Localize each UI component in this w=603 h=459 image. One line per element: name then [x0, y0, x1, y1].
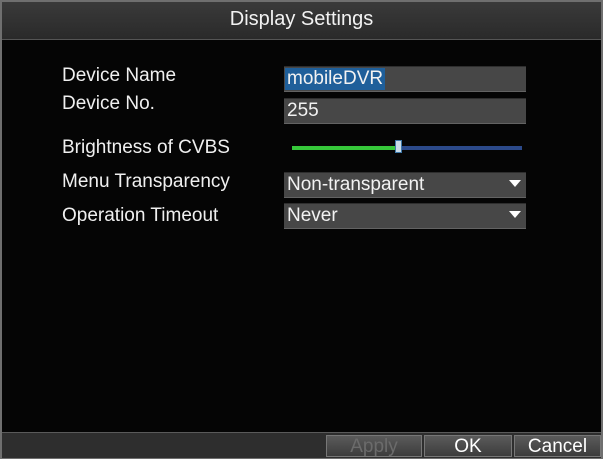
title-bar: Display Settings [2, 2, 601, 40]
device-no-input[interactable]: 255 [284, 98, 526, 124]
device-name-value: mobileDVR [285, 68, 386, 90]
display-settings-dialog: Display Settings Device Name mobileDVR D… [0, 0, 603, 459]
slider-thumb-icon[interactable] [394, 140, 402, 153]
slider-fill [292, 146, 398, 150]
cancel-button[interactable]: Cancel [514, 435, 601, 457]
menu-transparency-dropdown[interactable]: Non-transparent [284, 172, 526, 198]
device-no-value: 255 [287, 100, 319, 121]
menu-transparency-value: Non-transparent [287, 174, 425, 195]
dialog-title: Display Settings [229, 8, 374, 30]
button-bar: Apply OK Cancel [2, 432, 601, 458]
dropdown-arrow-icon[interactable] [509, 211, 521, 218]
brightness-cvbs-slider[interactable] [292, 140, 522, 153]
dropdown-arrow-icon[interactable] [509, 180, 521, 187]
ok-button[interactable]: OK [424, 435, 512, 457]
menu-transparency-label: Menu Transparency [62, 171, 230, 192]
device-name-input[interactable]: mobileDVR [284, 66, 526, 92]
brightness-cvbs-label: Brightness of CVBS [62, 137, 230, 158]
operation-timeout-label: Operation Timeout [62, 205, 219, 226]
operation-timeout-dropdown[interactable]: Never [284, 203, 526, 229]
device-no-label: Device No. [62, 93, 155, 114]
apply-button[interactable]: Apply [326, 435, 422, 457]
operation-timeout-value: Never [287, 205, 338, 226]
device-name-label: Device Name [62, 65, 177, 86]
